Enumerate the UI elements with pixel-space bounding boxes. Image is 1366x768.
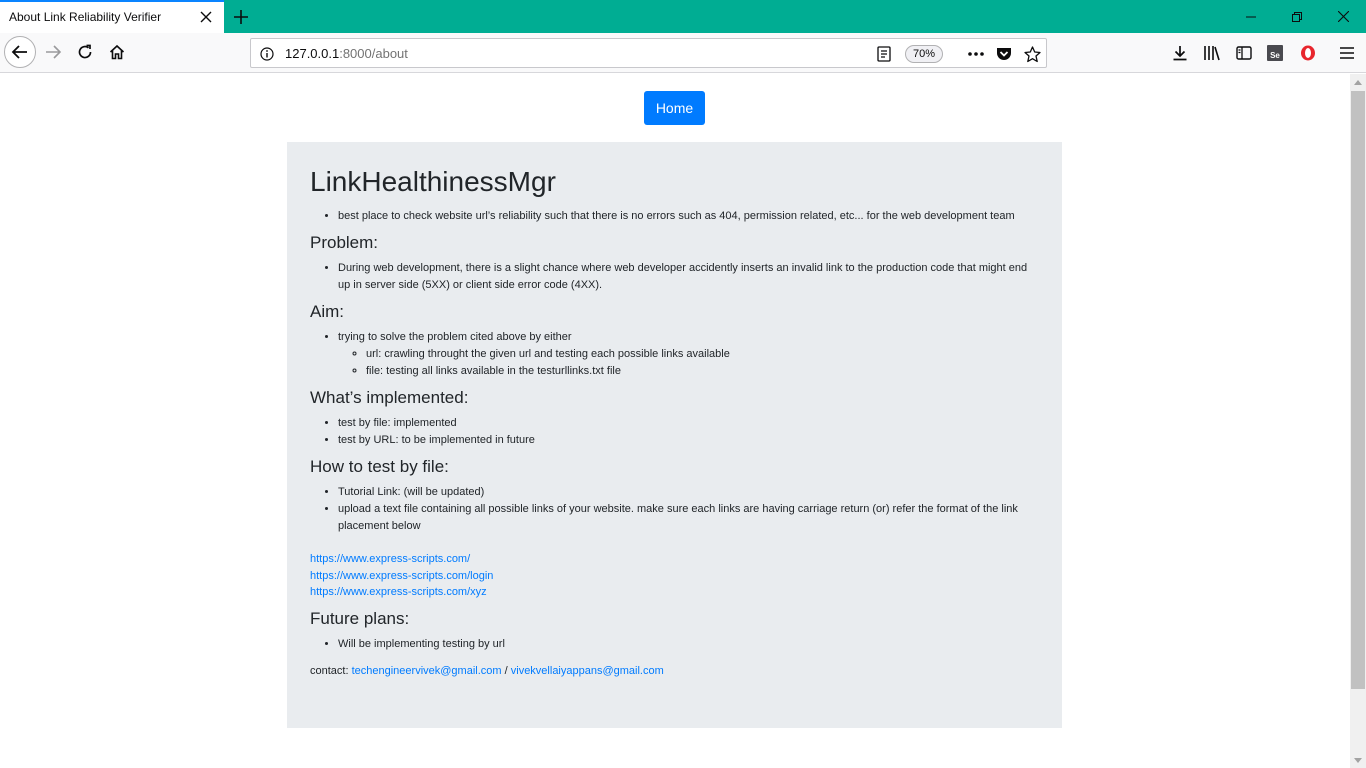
example-link[interactable]: https://www.express-scripts.com/login bbox=[310, 570, 493, 582]
intro-list: best place to check website url’s reliab… bbox=[310, 208, 1039, 225]
implemented-heading: What’s implemented: bbox=[310, 388, 469, 407]
page-viewport: Home LinkHealthinessMgr best place to ch… bbox=[0, 74, 1350, 768]
scrollbar-thumb[interactable] bbox=[1351, 91, 1365, 689]
sidebar-icon[interactable] bbox=[1231, 40, 1257, 66]
url-text[interactable]: 127.0.0.1:8000/about bbox=[285, 46, 408, 61]
example-link[interactable]: https://www.express-scripts.com/ bbox=[310, 553, 470, 565]
contact-line: contact: techengineervivek@gmail.com / v… bbox=[310, 663, 1039, 680]
url-bar[interactable]: 127.0.0.1:8000/about 70% bbox=[250, 38, 1047, 68]
pocket-icon[interactable] bbox=[993, 43, 1015, 65]
tab-title: About Link Reliability Verifier bbox=[9, 10, 162, 24]
page-title: LinkHealthinessMgr bbox=[310, 166, 556, 197]
aim-heading: Aim: bbox=[310, 302, 344, 321]
howto-list: Tutorial Link: (will be updated) upload … bbox=[310, 484, 1039, 535]
star-icon[interactable] bbox=[1021, 43, 1043, 65]
list-item: Will be implementing testing by url bbox=[338, 636, 1039, 653]
zoom-level[interactable]: 70% bbox=[905, 45, 944, 63]
aim-sub-list: url: crawling throught the given url and… bbox=[338, 346, 1039, 380]
contact-email-link[interactable]: vivekvellaiyappans@gmail.com bbox=[511, 665, 664, 677]
list-item: During web development, there is a sligh… bbox=[338, 260, 1039, 294]
scroll-up-icon[interactable] bbox=[1350, 74, 1366, 90]
sub-list-item: url: crawling throught the given url and… bbox=[366, 346, 1039, 363]
aim-item-text: trying to solve the problem cited above … bbox=[338, 331, 572, 343]
back-icon[interactable] bbox=[4, 36, 36, 68]
future-heading: Future plans: bbox=[310, 608, 410, 628]
library-icon[interactable] bbox=[1199, 40, 1225, 66]
download-icon[interactable] bbox=[1167, 40, 1193, 66]
aim-list: trying to solve the problem cited above … bbox=[310, 329, 1039, 380]
home-icon[interactable] bbox=[101, 36, 133, 68]
menu-icon[interactable] bbox=[1334, 40, 1360, 66]
navigation-toolbar: 127.0.0.1:8000/about 70% Se bbox=[0, 33, 1366, 73]
vertical-scrollbar[interactable] bbox=[1350, 74, 1366, 768]
reload-icon[interactable] bbox=[69, 36, 101, 68]
restore-icon[interactable] bbox=[1274, 0, 1320, 33]
example-links: https://www.express-scripts.com/ https:/… bbox=[310, 551, 1039, 601]
list-item: test by URL: to be implemented in future bbox=[338, 432, 1039, 449]
howto-heading: How to test by file: bbox=[310, 457, 449, 476]
close-icon[interactable] bbox=[196, 7, 216, 27]
list-item: test by file: implemented bbox=[338, 415, 1039, 432]
url-path: :8000/about bbox=[339, 46, 408, 61]
about-panel: LinkHealthinessMgr best place to check w… bbox=[287, 142, 1062, 728]
more-icon[interactable] bbox=[965, 43, 987, 65]
list-item: trying to solve the problem cited above … bbox=[338, 329, 1039, 380]
close-window-icon[interactable] bbox=[1320, 0, 1366, 33]
example-link[interactable]: https://www.express-scripts.com/xyz bbox=[310, 586, 487, 598]
info-icon[interactable] bbox=[256, 43, 278, 65]
future-list: Will be implementing testing by url bbox=[310, 636, 1039, 653]
implemented-list: test by file: implemented test by URL: t… bbox=[310, 415, 1039, 449]
plus-icon[interactable] bbox=[230, 6, 252, 28]
contact-label: contact: bbox=[310, 664, 349, 677]
problem-list: During web development, there is a sligh… bbox=[310, 260, 1039, 294]
active-tab[interactable]: About Link Reliability Verifier bbox=[0, 0, 224, 33]
reader-icon[interactable] bbox=[873, 43, 895, 65]
url-host: 127.0.0.1 bbox=[285, 46, 340, 61]
minimize-icon[interactable] bbox=[1228, 0, 1274, 33]
svg-text:Se: Se bbox=[1270, 51, 1280, 60]
problem-heading: Problem: bbox=[310, 233, 379, 252]
list-item: Tutorial Link: (will be updated) bbox=[338, 484, 1039, 501]
forward-icon[interactable] bbox=[37, 36, 69, 68]
selenium-icon[interactable]: Se bbox=[1262, 40, 1288, 66]
title-bar: About Link Reliability Verifier bbox=[0, 0, 1366, 33]
home-button[interactable]: Home bbox=[644, 91, 705, 125]
opera-icon[interactable] bbox=[1295, 40, 1321, 66]
sub-list-item: file: testing all links available in the… bbox=[366, 363, 1039, 380]
list-item: best place to check website url’s reliab… bbox=[338, 208, 1039, 225]
scroll-down-icon[interactable] bbox=[1350, 752, 1366, 768]
contact-email-link[interactable]: techengineervivek@gmail.com bbox=[352, 665, 502, 677]
list-item: upload a text file containing all possib… bbox=[338, 501, 1039, 535]
contact-separator: / bbox=[504, 664, 508, 677]
